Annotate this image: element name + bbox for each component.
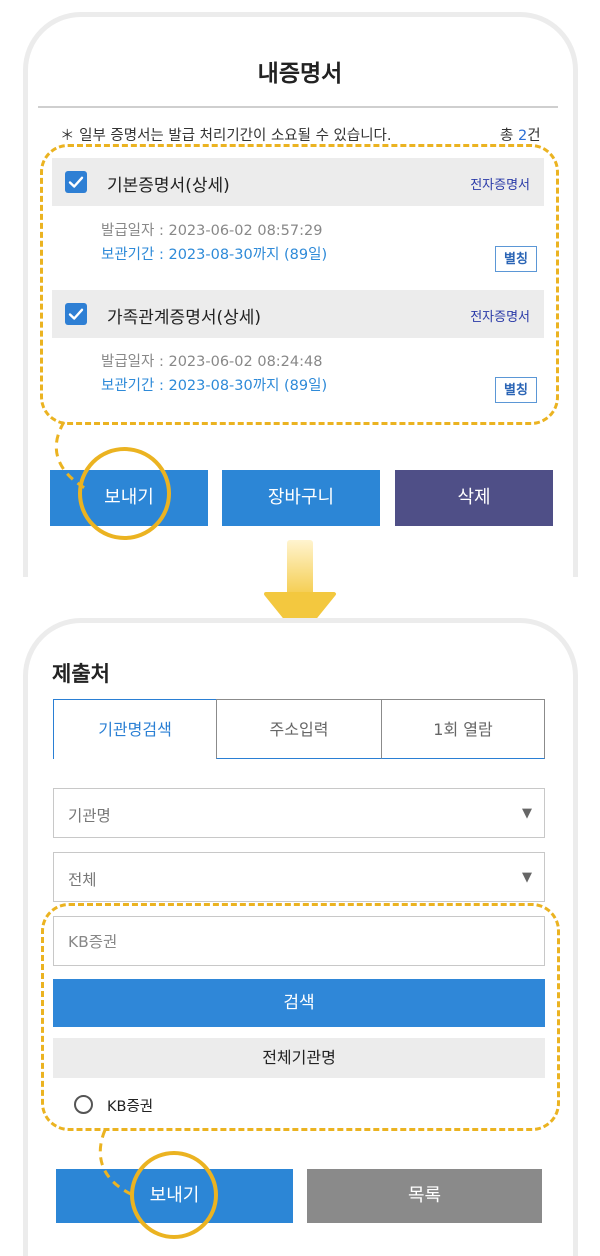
total-suffix: 건 (527, 128, 541, 144)
institution-select[interactable]: 기관명 ▼ (53, 788, 545, 838)
delete-button[interactable]: 삭제 (395, 470, 553, 526)
tab-one-time-view[interactable]: 1회 열람 (381, 699, 545, 759)
tab-address-input[interactable]: 주소입력 (216, 699, 382, 759)
region-select-value: 전체 (68, 871, 97, 889)
highlight-send-button-1 (78, 447, 171, 540)
tab-institution-search[interactable]: 기관명검색 (53, 699, 217, 759)
dropdown-arrow-icon: ▼ (522, 870, 532, 885)
cart-button[interactable]: 장바구니 (222, 470, 380, 526)
institution-select-value: 기관명 (68, 807, 111, 825)
highlight-send-button-2 (130, 1151, 218, 1239)
highlight-search-area (41, 903, 560, 1131)
notice-text: ＊ 일부 증명서는 발급 처리기간이 소요될 수 있습니다. (60, 128, 392, 144)
dropdown-arrow-icon: ▼ (522, 806, 532, 821)
total-prefix: 총 (500, 128, 518, 144)
list-button[interactable]: 목록 (307, 1169, 542, 1223)
header-divider (38, 106, 558, 108)
total-number: 2 (517, 128, 528, 144)
region-select[interactable]: 전체 ▼ (53, 852, 545, 902)
page-title: 내증명서 (257, 61, 343, 87)
total-count: 총 2건 (500, 124, 541, 145)
highlight-certificates (40, 144, 559, 425)
page-title: 제출처 (52, 662, 110, 686)
